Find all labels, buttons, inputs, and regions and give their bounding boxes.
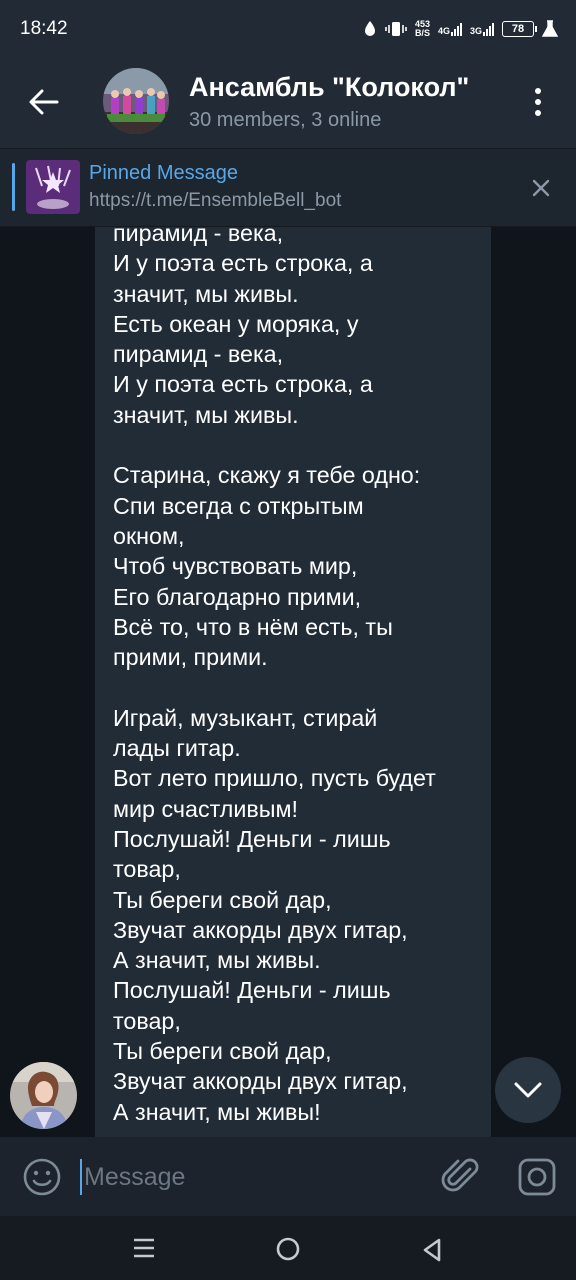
message-text: пирамид - века, И у поэта есть строка, а… <box>113 227 436 1125</box>
emoji-icon <box>23 1158 61 1196</box>
chat-title[interactable]: Ансамбль "Колокол" <box>189 72 469 103</box>
home-circle-icon <box>276 1237 300 1261</box>
signal-bars-icon <box>450 22 462 36</box>
signal-3g: 3G <box>470 22 494 36</box>
camera-icon <box>518 1158 556 1196</box>
pinned-thumbnail-image <box>26 160 80 214</box>
close-icon <box>532 179 550 197</box>
battery-level: 78 <box>511 23 525 35</box>
pinned-message-bar[interactable]: Pinned Message https://t.me/EnsembleBell… <box>0 148 576 226</box>
signal-bars-icon <box>483 22 494 36</box>
chat-area[interactable]: пирамид - века, И у поэта есть строка, а… <box>0 227 576 1137</box>
arrow-left-icon <box>29 89 59 115</box>
chat-subtitle: 30 members, 3 online <box>189 109 382 131</box>
menu-icon <box>134 1238 154 1258</box>
paperclip-icon <box>441 1158 479 1192</box>
network-3g-label: 3G <box>469 26 482 36</box>
battery-indicator: 78 <box>502 21 537 37</box>
chat-header: Ансамбль "Колокол" 30 members, 3 online <box>0 56 576 148</box>
nav-recents-button[interactable] <box>126 1234 162 1262</box>
network-4g-label: 4G <box>437 26 450 36</box>
net-speed: 453 B/S <box>415 20 430 38</box>
location-icon <box>364 21 375 36</box>
sender-avatar[interactable] <box>10 1062 77 1129</box>
sender-photo <box>10 1062 77 1129</box>
more-vertical-icon <box>535 88 541 94</box>
pinned-close-button[interactable] <box>524 171 558 205</box>
message-input-bar <box>0 1137 576 1216</box>
flask-icon <box>542 20 558 37</box>
pinned-thumbnail <box>26 160 80 214</box>
message-input[interactable] <box>84 1159 414 1195</box>
system-nav-bar <box>0 1216 576 1280</box>
net-speed-unit: B/S <box>414 28 430 38</box>
status-icons: 453 B/S 4G 3G 78 <box>363 16 558 42</box>
back-button[interactable] <box>22 80 66 124</box>
vibrate-icon <box>385 22 407 36</box>
triangle-back-icon <box>423 1238 441 1262</box>
attach-button[interactable] <box>440 1155 482 1197</box>
text-cursor <box>80 1159 82 1195</box>
emoji-button[interactable] <box>22 1157 62 1197</box>
signal-4g: 4G <box>438 22 462 36</box>
pinned-text: https://t.me/EnsembleBell_bot <box>89 190 342 211</box>
camera-button[interactable] <box>516 1156 558 1198</box>
nav-back-button[interactable] <box>412 1230 452 1270</box>
more-menu-button[interactable] <box>520 82 556 122</box>
group-avatar[interactable] <box>103 68 169 134</box>
group-photo <box>103 68 169 134</box>
nav-home-button[interactable] <box>268 1229 308 1269</box>
chevron-down-icon <box>514 1082 542 1098</box>
scroll-down-button[interactable] <box>495 1057 561 1123</box>
status-time: 18:42 <box>20 18 68 39</box>
pinned-accent-line <box>12 163 15 211</box>
pinned-title: Pinned Message <box>89 162 238 184</box>
status-bar: 18:42 453 B/S 4G 3G 78 <box>0 0 576 56</box>
